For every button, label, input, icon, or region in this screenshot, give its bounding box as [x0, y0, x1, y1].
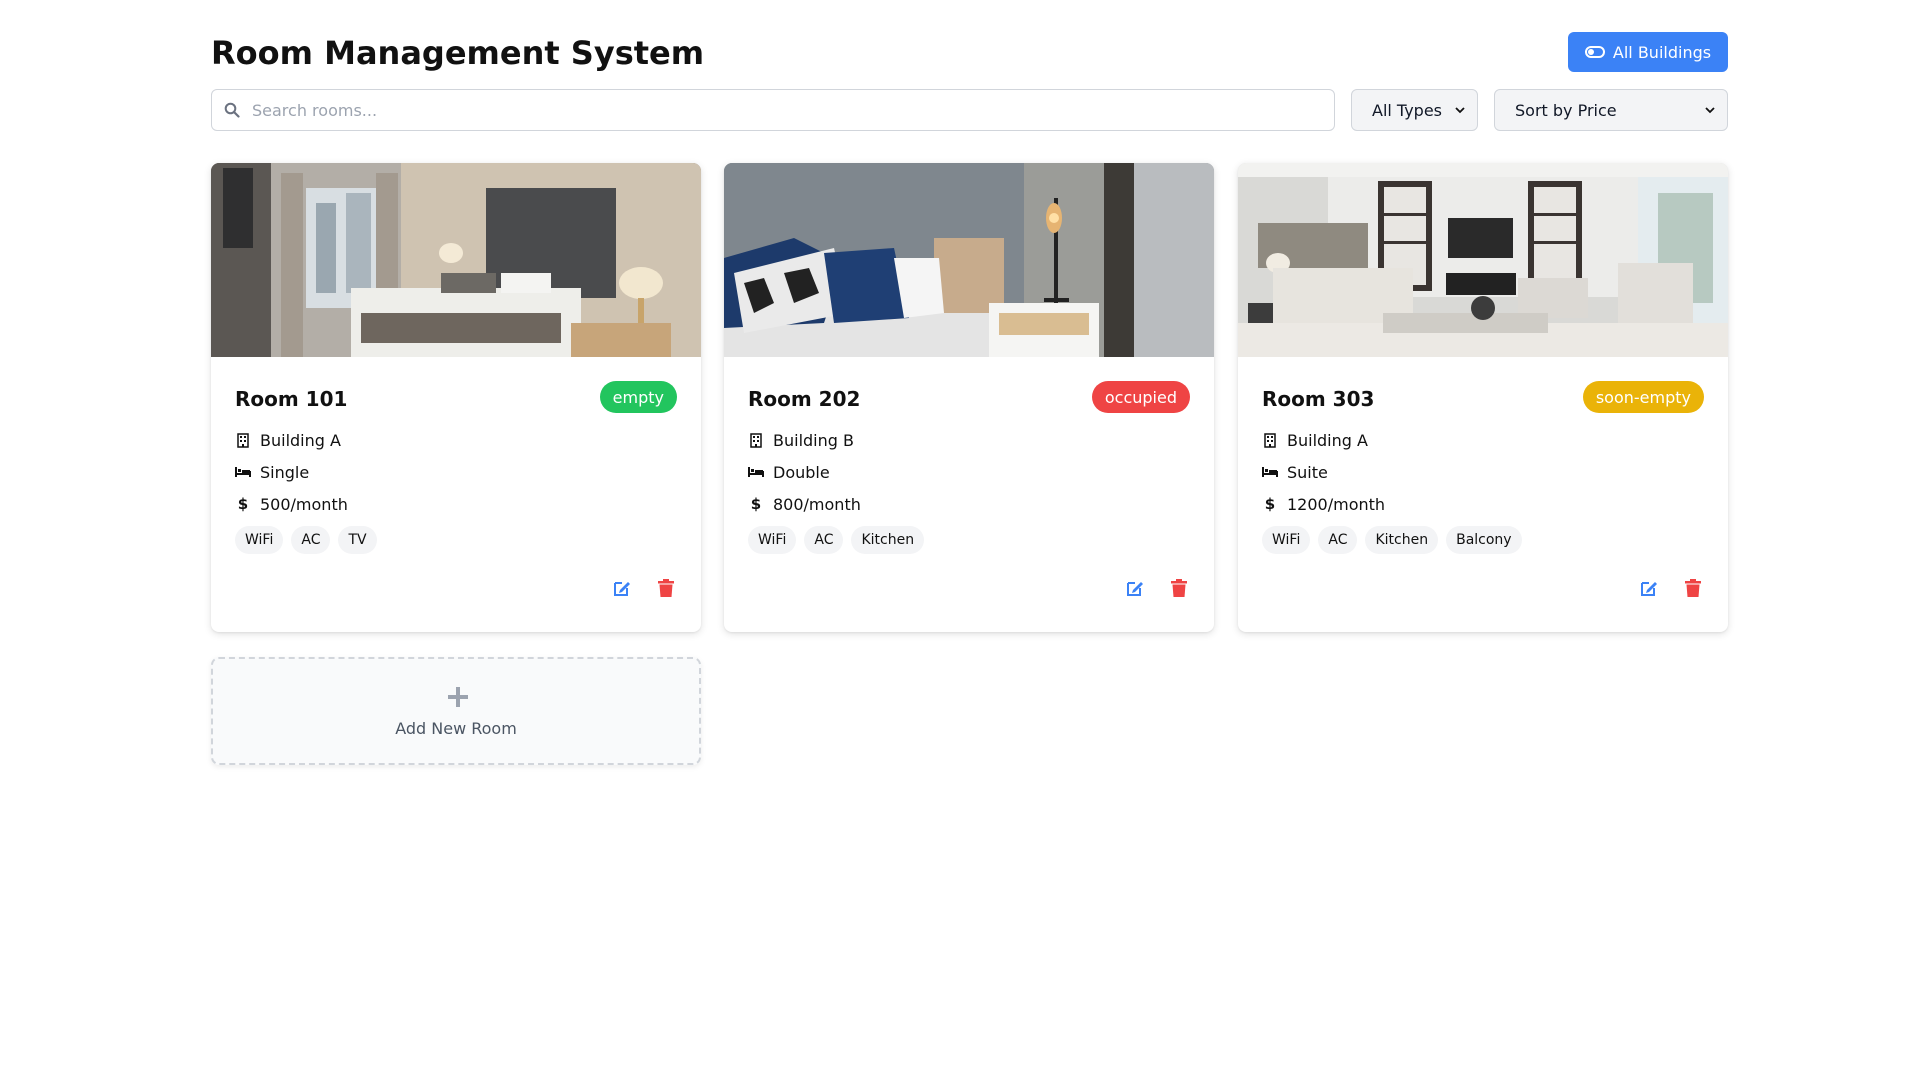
amenity-list: WiFi AC Kitchen Balcony — [1262, 526, 1522, 554]
amenity-tag: WiFi — [748, 526, 797, 554]
room-building: Building B — [748, 429, 854, 451]
trash-icon — [1171, 579, 1187, 597]
search-box[interactable] — [211, 89, 1335, 131]
amenity-tag: AC — [291, 526, 331, 554]
card-actions — [611, 577, 677, 599]
room-price-label: 500/month — [260, 494, 348, 514]
building-icon — [235, 432, 251, 448]
bed-icon — [748, 464, 764, 480]
amenity-tag: AC — [804, 526, 844, 554]
header: Room Management System All Buildings — [211, 32, 1728, 72]
amenity-tag: WiFi — [235, 526, 284, 554]
room-type-label: Suite — [1287, 462, 1328, 482]
search-icon — [224, 102, 240, 118]
all-buildings-button[interactable]: All Buildings — [1568, 32, 1728, 72]
room-building-label: Building B — [773, 430, 854, 450]
trash-icon — [658, 579, 674, 597]
card-actions — [1124, 577, 1190, 599]
add-room-label: Add New Room — [395, 719, 517, 738]
hotel-bedroom-photo — [211, 163, 701, 357]
add-room-button[interactable]: Add New Room — [211, 657, 701, 765]
dollar-icon: $ — [237, 495, 249, 513]
bed-closeup-photo — [724, 163, 1214, 357]
room-image — [211, 163, 701, 357]
amenity-tag: Kitchen — [1365, 526, 1439, 554]
room-name: Room 202 — [748, 387, 861, 411]
type-select-value: All Types — [1372, 100, 1443, 120]
amenity-tag: TV — [338, 526, 377, 554]
sort-select[interactable]: Sort by Price — [1494, 89, 1728, 131]
amenity-tag: Balcony — [1446, 526, 1522, 554]
room-price-label: 800/month — [773, 494, 861, 514]
bed-icon — [1262, 464, 1278, 480]
room-price: $ 1200/month — [1262, 493, 1385, 515]
edit-icon — [1641, 582, 1657, 596]
toggle-icon — [1584, 46, 1605, 58]
amenity-tag: WiFi — [1262, 526, 1311, 554]
dollar-icon: $ — [1264, 495, 1276, 513]
room-type-label: Single — [260, 462, 310, 482]
amenity-tag: AC — [1318, 526, 1358, 554]
amenity-tag: Kitchen — [851, 526, 925, 554]
chevron-down-icon — [1705, 107, 1715, 114]
room-card: Room 101 empty Building A Single $ 500/m… — [211, 163, 701, 632]
room-building-label: Building A — [260, 430, 341, 450]
room-name: Room 101 — [235, 387, 348, 411]
card-actions — [1638, 577, 1704, 599]
edit-button[interactable] — [1638, 577, 1660, 599]
room-image — [724, 163, 1214, 357]
room-type: Suite — [1262, 461, 1328, 483]
status-badge: occupied — [1091, 381, 1190, 413]
edit-button[interactable] — [1124, 577, 1146, 599]
room-name: Room 303 — [1262, 387, 1375, 411]
delete-button[interactable] — [1168, 577, 1190, 599]
room-price: $ 800/month — [748, 493, 861, 515]
trash-icon — [1685, 579, 1701, 597]
amenity-list: WiFi AC TV — [235, 526, 377, 554]
search-input[interactable] — [252, 90, 1322, 130]
edit-button[interactable] — [611, 577, 633, 599]
room-building: Building A — [1262, 429, 1368, 451]
chevron-down-icon — [1455, 107, 1465, 114]
sort-select-value: Sort by Price — [1515, 100, 1617, 120]
room-price: $ 500/month — [235, 493, 348, 515]
room-card: Room 303 soon-empty Building A Suite $ 1… — [1238, 163, 1728, 632]
building-icon — [1262, 432, 1278, 448]
living-room-photo — [1238, 163, 1728, 357]
filter-bar: All Types Sort by Price — [211, 89, 1728, 131]
type-select[interactable]: All Types — [1351, 89, 1478, 131]
room-type: Single — [235, 461, 309, 483]
room-type: Double — [748, 461, 830, 483]
all-buildings-label: All Buildings — [1612, 42, 1712, 62]
room-type-label: Double — [773, 462, 830, 482]
room-building-label: Building A — [1287, 430, 1368, 450]
status-badge: empty — [599, 381, 677, 413]
room-building: Building A — [235, 429, 341, 451]
delete-button[interactable] — [655, 577, 677, 599]
building-icon — [748, 432, 764, 448]
delete-button[interactable] — [1682, 577, 1704, 599]
edit-icon — [1127, 582, 1143, 596]
status-badge: soon-empty — [1582, 381, 1704, 413]
edit-icon — [614, 582, 630, 596]
dollar-icon: $ — [750, 495, 762, 513]
room-price-label: 1200/month — [1287, 494, 1386, 514]
room-card: Room 202 occupied Building B Double $ 80… — [724, 163, 1214, 632]
bed-icon — [235, 464, 251, 480]
room-image — [1238, 163, 1728, 357]
amenity-list: WiFi AC Kitchen — [748, 526, 925, 554]
plus-icon — [448, 687, 468, 707]
page-title: Room Management System — [211, 34, 705, 72]
